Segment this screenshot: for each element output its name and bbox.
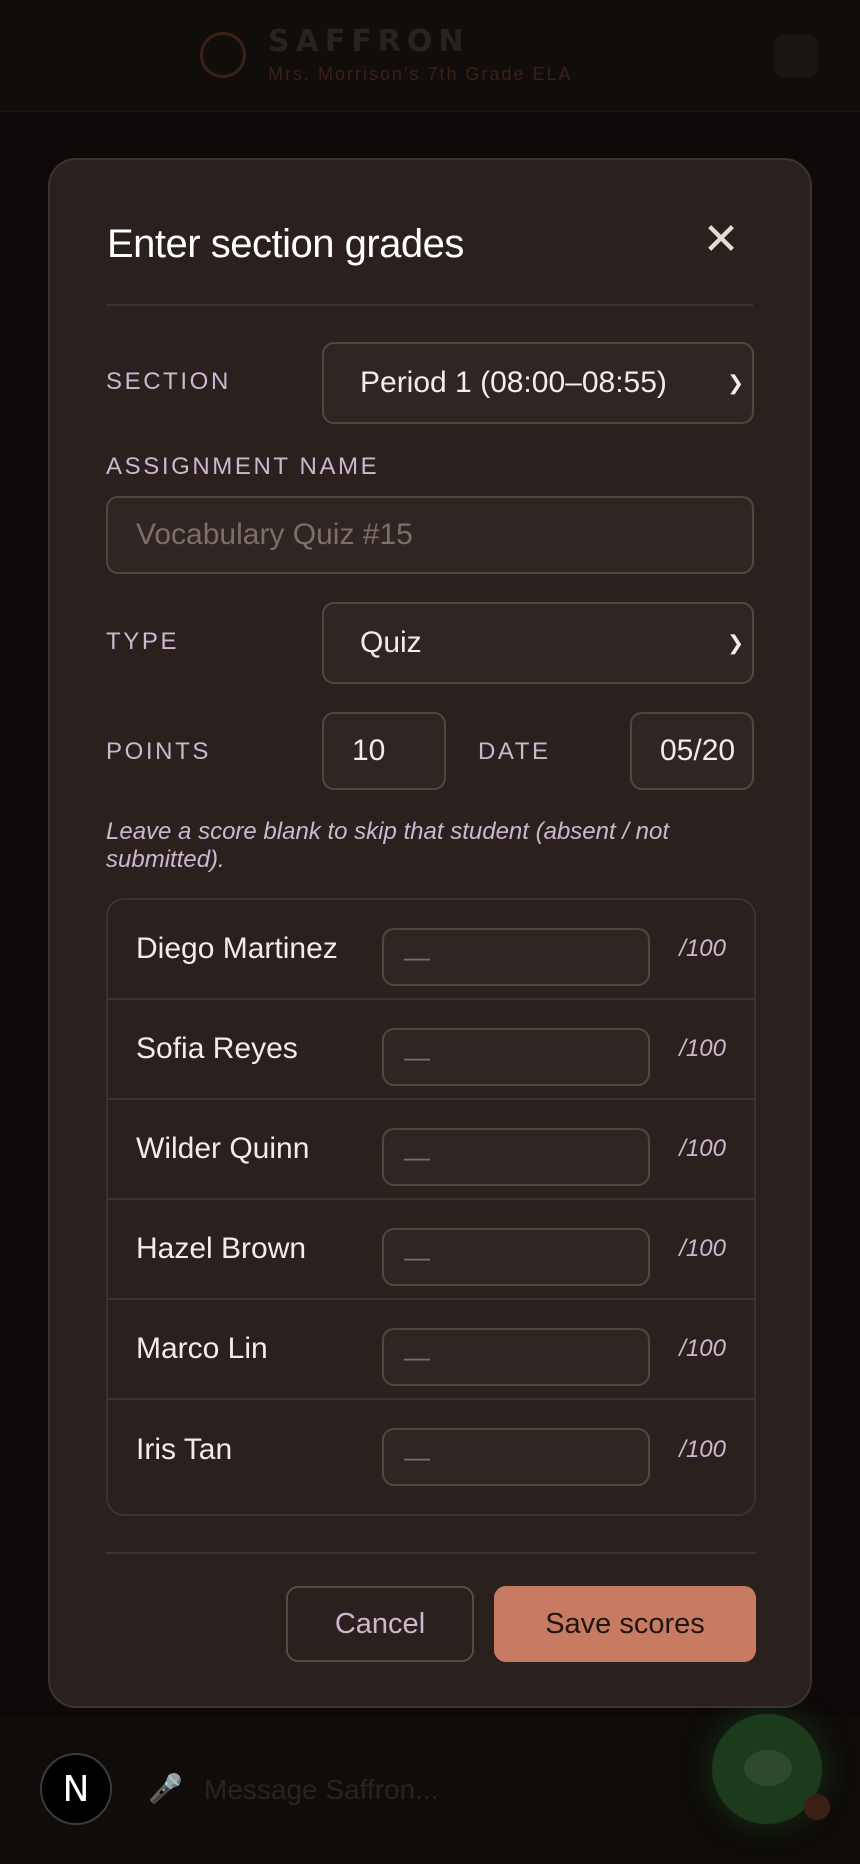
score-input[interactable]: — — [382, 1428, 650, 1486]
app-logo-icon — [200, 32, 246, 78]
score-input[interactable]: — — [382, 1028, 650, 1086]
skip-hint: Leave a score blank to skip that student… — [106, 818, 670, 873]
max-points: /100 — [679, 1035, 726, 1062]
max-points: /100 — [679, 1335, 726, 1362]
modal-footer-divider — [106, 1552, 756, 1554]
table-row: Hazel Brown — /100 — [108, 1200, 754, 1300]
chat-bubble-icon — [744, 1750, 792, 1786]
student-name: Wilder Quinn — [136, 1132, 310, 1165]
student-name: Diego Martinez — [136, 932, 338, 965]
assignment-name-input[interactable]: Vocabulary Quiz #15 — [106, 496, 754, 574]
modal-header: Enter section grades ✕ — [107, 160, 753, 306]
points-input[interactable]: 10 — [322, 712, 446, 790]
message-composer: Message Saffron... — [204, 1774, 439, 1805]
points-label: POINTS — [106, 738, 211, 765]
max-points: /100 — [679, 1135, 726, 1162]
modal-title: Enter section grades — [107, 222, 464, 266]
date-label: DATE — [478, 738, 551, 765]
score-input[interactable]: — — [382, 928, 650, 986]
max-points: /100 — [679, 1436, 726, 1463]
microphone-icon: 🎤 — [148, 1773, 183, 1804]
student-name: Sofia Reyes — [136, 1032, 298, 1065]
section-value: Period 1 (08:00–08:55) — [360, 366, 667, 399]
max-points: /100 — [679, 935, 726, 962]
score-input[interactable]: — — [382, 1328, 650, 1386]
table-row: Wilder Quinn — /100 — [108, 1100, 754, 1200]
student-score-list: Diego Martinez — /100 Sofia Reyes — /100… — [106, 898, 756, 1516]
assignment-name-label: ASSIGNMENT NAME — [106, 453, 380, 480]
table-row: Sofia Reyes — /100 — [108, 1000, 754, 1100]
app-header: SAFFRON Mrs. Morrison's 7th Grade ELA — [0, 0, 860, 112]
max-points: /100 — [679, 1235, 726, 1262]
chevron-down-icon: ❯ — [727, 372, 744, 395]
close-icon[interactable]: ✕ — [699, 218, 743, 264]
app-tagline: Mrs. Morrison's 7th Grade ELA — [268, 64, 573, 84]
table-row: Diego Martinez — /100 — [108, 900, 754, 1000]
chevron-down-icon: ❯ — [727, 632, 744, 655]
date-input[interactable]: 05/20 — [630, 712, 754, 790]
section-label: SECTION — [106, 368, 231, 395]
app-brand: SAFFRON — [268, 24, 470, 59]
avatar: N — [40, 1753, 112, 1825]
score-input[interactable]: — — [382, 1228, 650, 1286]
table-row: Iris Tan — /100 — [108, 1400, 754, 1500]
save-scores-button[interactable]: Save scores — [494, 1586, 756, 1662]
student-name: Marco Lin — [136, 1332, 268, 1365]
student-name: Hazel Brown — [136, 1232, 307, 1265]
student-name: Iris Tan — [136, 1433, 233, 1466]
cancel-button[interactable]: Cancel — [286, 1586, 474, 1662]
type-select[interactable]: Quiz ❯ — [322, 602, 754, 684]
section-select[interactable]: Period 1 (08:00–08:55) ❯ — [322, 342, 754, 424]
type-value: Quiz — [360, 626, 422, 659]
table-row: Marco Lin — /100 — [108, 1300, 754, 1400]
fab-badge — [804, 1794, 830, 1820]
score-input[interactable]: — — [382, 1128, 650, 1186]
menu-icon — [774, 34, 818, 78]
type-label: TYPE — [106, 628, 180, 655]
